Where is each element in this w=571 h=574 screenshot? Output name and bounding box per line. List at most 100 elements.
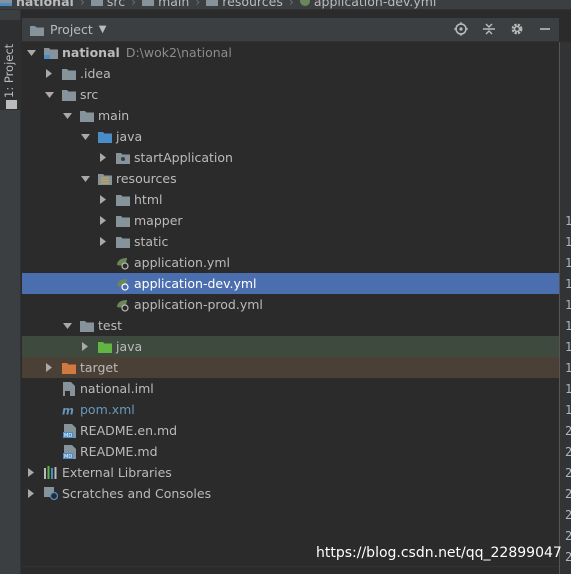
tree-item-startapplication[interactable]: startApplication xyxy=(22,147,559,168)
package-icon xyxy=(116,151,130,165)
line-number: 1 xyxy=(565,298,571,312)
line-number: 1 xyxy=(565,340,571,354)
line-number: 1 xyxy=(565,214,571,228)
collapse-all-icon[interactable] xyxy=(481,21,497,37)
yaml-file-icon xyxy=(116,256,130,270)
line-number: 1 xyxy=(565,361,571,375)
tree-item-application-prod-yml[interactable]: application-prod.yml xyxy=(22,294,559,315)
project-panel-header: Project ▼ xyxy=(22,18,559,42)
breadcrumb-item-main[interactable]: main xyxy=(142,0,189,9)
resources-folder-icon xyxy=(98,172,112,186)
breadcrumb-item-file[interactable]: application-dev.yml xyxy=(299,0,436,9)
minimize-icon[interactable] xyxy=(537,21,553,37)
markdown-file-icon: MD xyxy=(62,444,76,459)
folder-icon xyxy=(142,0,155,6)
line-number: 2 xyxy=(565,508,571,522)
tree-item-src[interactable]: src xyxy=(22,84,559,105)
line-number: 1 xyxy=(565,382,571,396)
tree-item-target[interactable]: target xyxy=(22,357,559,378)
tree-item-national-iml[interactable]: national.iml xyxy=(22,378,559,399)
line-number: 2 xyxy=(565,529,571,543)
iml-file-icon xyxy=(62,381,76,396)
breadcrumb-separator: › xyxy=(195,0,201,9)
line-number: 2 xyxy=(565,487,571,501)
breadcrumb-item-src[interactable]: src xyxy=(90,0,125,9)
folder-icon xyxy=(80,109,94,123)
line-number: 2 xyxy=(565,466,571,480)
scratches-icon xyxy=(44,487,58,501)
source-folder-icon xyxy=(98,130,112,144)
tree-item-java-test[interactable]: java xyxy=(22,336,559,357)
tree-item-mapper[interactable]: mapper xyxy=(22,210,559,231)
libraries-icon xyxy=(44,466,58,480)
tree-item-html[interactable]: html xyxy=(22,189,559,210)
line-number: 1 xyxy=(565,319,571,333)
collapsed-arrow-icon[interactable] xyxy=(44,363,54,373)
line-number: 1 xyxy=(565,256,571,270)
watermark: https://blog.csdn.net/qq_22899047 xyxy=(316,545,562,561)
folder-icon xyxy=(6,100,17,109)
collapsed-arrow-icon[interactable] xyxy=(98,195,108,205)
line-number: 1 xyxy=(565,403,571,417)
breadcrumb-separator: › xyxy=(131,0,137,9)
collapsed-arrow-icon[interactable] xyxy=(26,468,36,478)
folder-icon xyxy=(80,319,94,333)
collapsed-arrow-icon[interactable] xyxy=(44,69,54,79)
breadcrumb-separator: › xyxy=(288,0,294,9)
locate-file-icon[interactable] xyxy=(453,21,469,37)
project-tool-tab[interactable]: 1: Project xyxy=(0,20,21,110)
project-tree: national D:\wok2\national .idea src main… xyxy=(22,42,559,574)
expanded-arrow-icon[interactable] xyxy=(62,321,72,331)
breadcrumb-separator: › xyxy=(79,0,85,9)
yaml-file-icon xyxy=(299,0,310,6)
tree-item-idea[interactable]: .idea xyxy=(22,63,559,84)
tree-item-test[interactable]: test xyxy=(22,315,559,336)
tree-item-main[interactable]: main xyxy=(22,105,559,126)
expanded-arrow-icon[interactable] xyxy=(80,132,90,142)
expanded-arrow-icon[interactable] xyxy=(80,174,90,184)
tool-window-stripe: 1: Project xyxy=(0,10,21,574)
maven-file-icon: m xyxy=(62,403,76,417)
folder-icon xyxy=(116,214,130,228)
tree-item-application-yml[interactable]: application.yml xyxy=(22,252,559,273)
view-dropdown-icon[interactable]: ▼ xyxy=(99,24,107,35)
markdown-file-icon: MD xyxy=(62,423,76,438)
project-path: D:\wok2\national xyxy=(125,45,232,60)
svg-text:MD: MD xyxy=(64,433,72,438)
tree-item-scratches[interactable]: Scratches and Consoles xyxy=(22,483,559,504)
tree-item-java-main[interactable]: java xyxy=(22,126,559,147)
collapsed-arrow-icon[interactable] xyxy=(26,489,36,499)
collapsed-arrow-icon[interactable] xyxy=(98,237,108,247)
excluded-folder-icon xyxy=(62,361,76,375)
panel-divider xyxy=(22,566,559,567)
settings-gear-icon[interactable] xyxy=(509,21,525,37)
collapsed-arrow-icon[interactable] xyxy=(98,153,108,163)
tree-item-project-root[interactable]: national D:\wok2\national xyxy=(22,42,559,63)
line-number: 2 xyxy=(565,445,571,459)
expanded-arrow-icon[interactable] xyxy=(62,111,72,121)
tree-item-static[interactable]: static xyxy=(22,231,559,252)
test-folder-icon xyxy=(98,340,112,354)
svg-text:MD: MD xyxy=(64,454,72,459)
module-icon xyxy=(0,0,12,6)
breadcrumb: national › src › main › resources › appl… xyxy=(0,0,571,10)
tree-item-application-dev-yml[interactable]: application-dev.yml xyxy=(22,273,559,294)
resources-folder-icon xyxy=(206,0,219,6)
breadcrumb-item-resources[interactable]: resources xyxy=(206,0,283,9)
tree-item-pom-xml[interactable]: m pom.xml xyxy=(22,399,559,420)
panel-title[interactable]: Project xyxy=(50,22,93,37)
collapsed-arrow-icon[interactable] xyxy=(80,342,90,352)
expanded-arrow-icon[interactable] xyxy=(26,48,36,58)
tree-item-readme-md[interactable]: MD README.md xyxy=(22,441,559,462)
tree-item-readme-en-md[interactable]: MD README.en.md xyxy=(22,420,559,441)
breadcrumb-item-project[interactable]: national xyxy=(0,0,74,9)
project-tool-label: 1: Project xyxy=(2,43,16,98)
tree-item-resources[interactable]: resources xyxy=(22,168,559,189)
folder-icon xyxy=(30,24,44,36)
svg-text:m: m xyxy=(62,404,74,416)
tree-item-external-libraries[interactable]: External Libraries xyxy=(22,462,559,483)
line-number: 2 xyxy=(565,424,571,438)
expanded-arrow-icon[interactable] xyxy=(44,90,54,100)
folder-icon xyxy=(116,193,130,207)
collapsed-arrow-icon[interactable] xyxy=(98,216,108,226)
